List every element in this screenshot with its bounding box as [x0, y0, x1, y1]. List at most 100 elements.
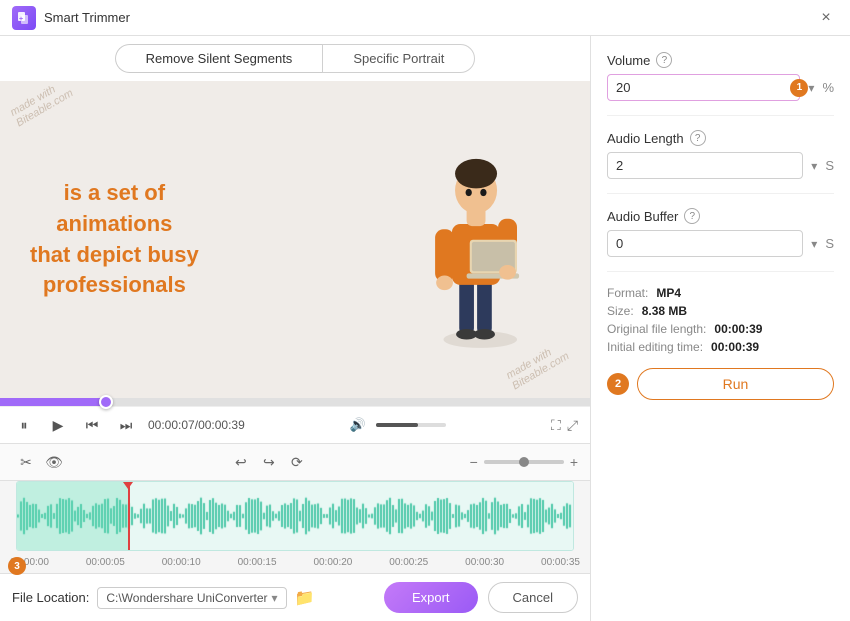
divider-3	[607, 271, 834, 272]
volume-input-row: 1 ▾ %	[607, 74, 834, 101]
audio-length-label-row: Audio Length ?	[607, 130, 834, 146]
export-button[interactable]: Export	[384, 582, 478, 613]
file-label: File Location:	[12, 590, 89, 605]
zoom-thumb	[519, 457, 529, 467]
volume-input[interactable]	[607, 74, 800, 101]
tab-specific-portrait[interactable]: Specific Portrait	[322, 44, 475, 73]
view-icons: ⛶ ⤢	[551, 417, 578, 434]
ruler-mark: 00:00:35	[541, 557, 580, 568]
volume-unit: %	[822, 80, 834, 95]
expand-button[interactable]: ⤢	[567, 417, 578, 434]
close-button[interactable]: ×	[814, 6, 838, 30]
file-select-arrow: ▾	[272, 591, 278, 605]
init-edit-row: Initial editing time: 00:00:39	[607, 340, 834, 354]
volume-label: Volume	[607, 53, 650, 68]
volume-slider[interactable]	[376, 423, 446, 427]
zoom-in-button[interactable]: +	[570, 454, 578, 470]
audio-length-group: Audio Length ? ▾ S	[607, 130, 834, 179]
ruler-mark: 00:00:30	[465, 557, 504, 568]
playhead	[128, 482, 130, 550]
ruler-mark: 00:00:10	[162, 557, 201, 568]
timeline-badge: 3	[8, 557, 26, 575]
video-content: is a set of animations that depict busy …	[0, 120, 590, 360]
run-badge: 2	[607, 373, 629, 395]
waveform-highlight	[17, 482, 128, 550]
fullscreen-button[interactable]: ⛶	[551, 417, 561, 434]
text-line3: that depict busy	[30, 240, 199, 271]
video-preview: made withBiteable.com is a set of animat…	[0, 81, 590, 398]
scissors-tool[interactable]: ✂	[12, 448, 40, 476]
zoom-slider[interactable]	[484, 460, 564, 464]
controls-bar: ⏸ ▶ ⏮ ⏭ 00:00:07/00:00:39 🔊 ⛶ ⤢	[0, 406, 590, 443]
progress-bar[interactable]	[0, 398, 590, 406]
play-button[interactable]: ▶	[46, 413, 70, 437]
audio-length-arrow[interactable]: ▾	[809, 157, 819, 175]
volume-badge: 1	[790, 79, 808, 97]
tab-remove-silent[interactable]: Remove Silent Segments	[115, 44, 323, 73]
init-edit-val: 00:00:39	[711, 340, 759, 354]
ruler-mark: 00:00:05	[86, 557, 125, 568]
audio-length-input[interactable]	[607, 152, 803, 179]
redo-button[interactable]: ↪	[255, 448, 283, 476]
ruler-mark: 00:00:15	[238, 557, 277, 568]
audio-buffer-input-row: ▾ S	[607, 230, 834, 257]
waveform-container[interactable]	[16, 481, 574, 551]
orig-length-key: Original file length:	[607, 322, 706, 336]
volume-label-row: Volume ?	[607, 52, 834, 68]
svg-text:+: +	[19, 16, 23, 23]
waveform-wrapper	[0, 481, 590, 551]
title-bar: + Smart Trimmer ×	[0, 0, 850, 36]
audio-length-label: Audio Length	[607, 131, 684, 146]
zoom-out-button[interactable]: −	[470, 454, 478, 470]
ruler-marks: 00:00:0000:00:0500:00:1000:00:1500:00:20…	[8, 557, 582, 568]
undo-button[interactable]: ↩	[227, 448, 255, 476]
forward-button[interactable]: ⟳	[283, 448, 311, 476]
text-line1: is a set of	[30, 178, 199, 209]
divider-1	[607, 115, 834, 116]
progress-thumb[interactable]	[99, 395, 113, 409]
next-button[interactable]: ⏭	[114, 413, 138, 437]
volume-group: Volume ? 1 ▾ %	[607, 52, 834, 101]
init-edit-key: Initial editing time:	[607, 340, 703, 354]
volume-help-icon[interactable]: ?	[656, 52, 672, 68]
timeline-ruler: 00:00:0000:00:0500:00:1000:00:1500:00:20…	[0, 551, 590, 573]
audio-buffer-label: Audio Buffer	[607, 209, 678, 224]
tab-bar: Remove Silent Segments Specific Portrait	[0, 36, 590, 81]
file-path: C:\Wondershare UniConverter	[106, 591, 267, 605]
ruler-mark: 00:00:25	[389, 557, 428, 568]
file-select[interactable]: C:\Wondershare UniConverter ▾	[97, 587, 286, 609]
audio-buffer-unit: S	[825, 236, 834, 251]
folder-button[interactable]: 📁	[295, 588, 315, 608]
main-content: Remove Silent Segments Specific Portrait…	[0, 36, 850, 621]
text-line4: professionals	[30, 270, 199, 301]
title-bar-left: + Smart Trimmer	[12, 6, 130, 30]
right-panel: Volume ? 1 ▾ % Audio Length ? ▾	[590, 36, 850, 621]
size-row: Size: 8.38 MB	[607, 304, 834, 318]
ruler-mark: 00:00:20	[313, 557, 352, 568]
volume-input-wrapper: 1	[607, 74, 800, 101]
eye-tool[interactable]: 👁	[40, 448, 68, 476]
pause-button[interactable]: ⏸	[12, 413, 36, 437]
text-line2: animations	[30, 209, 199, 240]
audio-length-help-icon[interactable]: ?	[690, 130, 706, 146]
format-row: Format: MP4	[607, 286, 834, 300]
orig-length-val: 00:00:39	[714, 322, 762, 336]
action-buttons: Export Cancel	[384, 582, 578, 613]
time-display: 00:00:07/00:00:39	[148, 418, 245, 432]
orig-length-row: Original file length: 00:00:39	[607, 322, 834, 336]
app-icon: +	[12, 6, 36, 30]
video-text: is a set of animations that depict busy …	[30, 178, 199, 301]
size-val: 8.38 MB	[642, 304, 687, 318]
prev-button[interactable]: ⏮	[80, 413, 104, 437]
zoom-controls: − +	[470, 454, 578, 470]
audio-buffer-arrow[interactable]: ▾	[809, 235, 819, 253]
info-section: Format: MP4 Size: 8.38 MB Original file …	[607, 286, 834, 354]
audio-buffer-help-icon[interactable]: ?	[684, 208, 700, 224]
run-button[interactable]: Run	[637, 368, 834, 400]
cancel-button[interactable]: Cancel	[488, 582, 578, 613]
app-title: Smart Trimmer	[44, 10, 130, 25]
format-key: Format:	[607, 286, 648, 300]
playhead-top	[123, 482, 133, 489]
volume-fill	[376, 423, 418, 427]
audio-buffer-input[interactable]	[607, 230, 803, 257]
